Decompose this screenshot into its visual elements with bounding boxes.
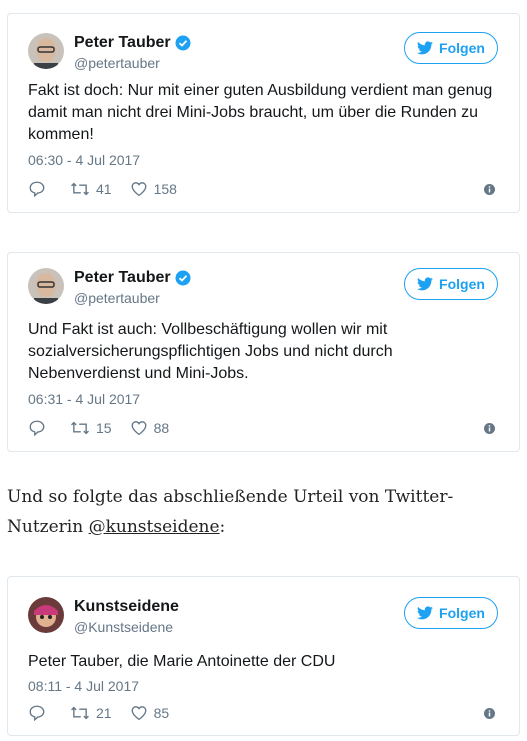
like-count: 85 xyxy=(153,705,170,721)
author-block: Peter Tauber @petertauber xyxy=(74,269,191,306)
author-handle[interactable]: @Kunstseidene xyxy=(74,619,179,635)
author-name[interactable]: Peter Tauber xyxy=(74,269,171,287)
info-icon xyxy=(484,423,495,434)
author-name[interactable]: Peter Tauber xyxy=(74,34,171,52)
article-paragraph: Und so folgte das abschließende Urteil v… xyxy=(7,482,527,542)
info-button[interactable] xyxy=(484,706,495,724)
author-name[interactable]: Kunstseidene xyxy=(74,598,179,616)
tweet-actions: 15 88 xyxy=(28,417,495,439)
tweet-timestamp[interactable]: 06:30 - 4 Jul 2017 xyxy=(28,152,140,168)
reply-button[interactable] xyxy=(28,180,52,198)
like-button[interactable]: 88 xyxy=(130,419,170,437)
retweet-icon xyxy=(71,421,89,435)
twitter-bird-icon xyxy=(417,606,434,620)
avatar[interactable] xyxy=(28,268,64,304)
heart-icon xyxy=(131,706,147,721)
info-button[interactable] xyxy=(484,182,495,200)
reply-icon xyxy=(29,420,45,437)
heart-icon xyxy=(131,421,147,436)
author-handle[interactable]: @petertauber xyxy=(74,290,191,306)
info-button[interactable] xyxy=(484,421,495,439)
author-block: Kunstseidene @Kunstseidene xyxy=(74,598,179,635)
reply-button[interactable] xyxy=(28,704,52,722)
tweet-text: Fakt ist doch: Nur mit einer guten Ausbi… xyxy=(28,82,493,143)
author-block: Peter Tauber @petertauber xyxy=(74,34,191,71)
follow-button[interactable]: Folgen xyxy=(404,597,498,629)
reply-button[interactable] xyxy=(28,419,52,437)
retweet-icon xyxy=(71,706,89,720)
author-handle[interactable]: @petertauber xyxy=(74,55,191,71)
tweet-card: Peter Tauber @petertauber Folgen Und Fak… xyxy=(7,252,520,452)
like-count: 158 xyxy=(153,181,177,197)
retweet-button[interactable]: 21 xyxy=(70,704,112,722)
avatar[interactable] xyxy=(28,33,64,69)
retweet-count: 41 xyxy=(96,181,112,197)
follow-button[interactable]: Folgen xyxy=(404,268,498,300)
tweet-text: Und Fakt ist auch: Vollbeschäftigung wol… xyxy=(28,321,393,382)
avatar[interactable] xyxy=(28,597,64,633)
tweet-actions: 21 85 xyxy=(28,702,495,724)
retweet-count: 21 xyxy=(96,705,112,721)
twitter-bird-icon xyxy=(417,277,434,291)
follow-label: Folgen xyxy=(439,40,485,56)
tweet-card: Kunstseidene @Kunstseidene Folgen Peter … xyxy=(7,576,520,736)
retweet-button[interactable]: 41 xyxy=(70,180,112,198)
retweet-count: 15 xyxy=(96,420,112,436)
article-text: Und so folgte das abschließende Urteil v… xyxy=(7,487,454,537)
article-text-suffix: : xyxy=(219,517,226,537)
tweet-card: Peter Tauber @petertauber Folgen Fakt is… xyxy=(7,13,520,213)
verified-badge-icon xyxy=(175,270,191,286)
retweet-button[interactable]: 15 xyxy=(70,419,112,437)
tweet-timestamp[interactable]: 06:31 - 4 Jul 2017 xyxy=(28,391,140,407)
follow-label: Folgen xyxy=(439,605,485,621)
reply-icon xyxy=(29,181,45,198)
retweet-icon xyxy=(71,182,89,196)
like-button[interactable]: 158 xyxy=(130,180,177,198)
tweet-text: Peter Tauber, die Marie Antoinette der C… xyxy=(28,653,336,670)
like-count: 88 xyxy=(153,420,170,436)
info-icon xyxy=(484,184,495,195)
info-icon xyxy=(484,708,495,719)
like-button[interactable]: 85 xyxy=(130,704,170,722)
heart-icon xyxy=(131,182,147,197)
tweet-actions: 41 158 xyxy=(28,178,495,200)
reply-icon xyxy=(29,705,45,722)
twitter-bird-icon xyxy=(417,41,434,55)
follow-button[interactable]: Folgen xyxy=(404,32,498,64)
tweet-timestamp[interactable]: 08:11 - 4 Jul 2017 xyxy=(28,678,139,694)
verified-badge-icon xyxy=(175,35,191,51)
user-link[interactable]: @kunstseidene xyxy=(89,517,220,537)
follow-label: Folgen xyxy=(439,276,485,292)
